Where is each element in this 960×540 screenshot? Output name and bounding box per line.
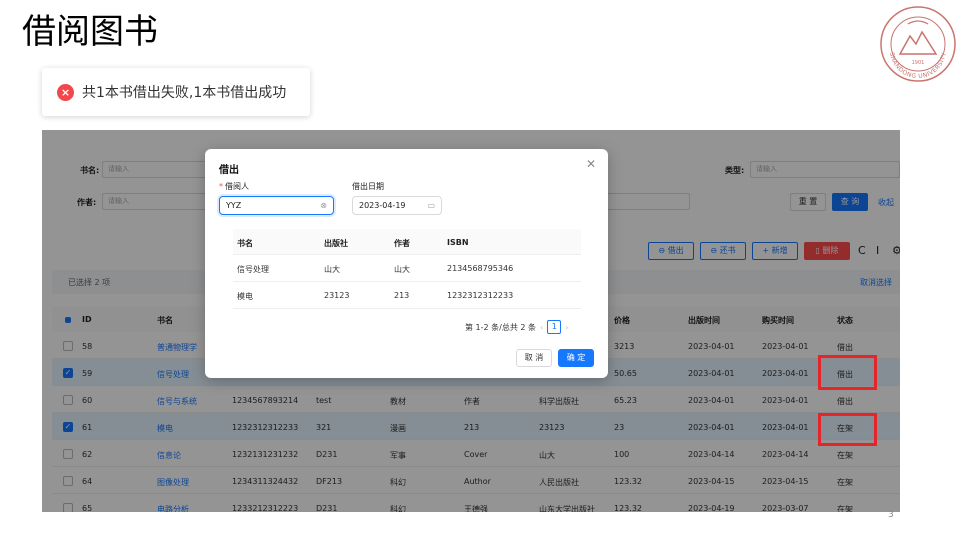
toast-message: 共1本书借出失败,1本书借出成功 [82,85,287,101]
cancel-button[interactable]: 取 消 [516,349,552,367]
modal-table-row: 信号处理 山大 山大 2134568795346 [233,255,581,282]
next-page-icon[interactable]: › [565,323,568,332]
clear-icon[interactable]: ⊗ [320,197,327,214]
highlight-box-row-59 [818,355,877,390]
modal-title: 借出 [219,165,239,176]
borrower-label: * 借阅人 [219,182,249,191]
slide-title: 借阅图书 [22,12,158,52]
slide: 借阅图书 1901 SHANDONG UNIVERSITY × 共1本书借出失败… [0,0,960,540]
borrower-input[interactable]: YYZ ⊗ [219,196,334,215]
page-1-button[interactable]: 1 [547,320,562,334]
modal-table-row: 模电 23123 213 1232312312233 [233,282,581,309]
lend-modal: 借出 ✕ * 借阅人 YYZ ⊗ 借出日期 2023-04-19 ▭ 书名 出版社 作… [205,149,608,378]
highlight-box-row-61 [818,413,877,446]
modal-col-author: 作者 [394,239,410,248]
close-icon[interactable]: ✕ [586,157,596,171]
modal-table-header: 书名 出版社 作者 ISBN [233,229,581,255]
university-logo: 1901 SHANDONG UNIVERSITY [880,6,956,82]
ok-button[interactable]: 确 定 [558,349,594,367]
modal-col-publisher: 出版社 [324,239,348,248]
date-label: 借出日期 [352,182,384,191]
page-number: 3 [888,510,894,520]
pagination: 第 1-2 条/总共 2 条 ‹ 1 › [465,320,572,334]
date-picker[interactable]: 2023-04-19 ▭ [352,196,442,215]
error-icon: × [57,83,74,101]
modal-col-name: 书名 [237,239,253,248]
pager-total: 第 1-2 条/总共 2 条 [465,322,537,332]
calendar-icon: ▭ [427,201,435,210]
svg-text:1901: 1901 [912,60,925,66]
modal-col-isbn: ISBN [447,238,469,247]
prev-page-icon[interactable]: ‹ [540,323,543,332]
modal-table: 书名 出版社 作者 ISBN 信号处理 山大 山大 2134568795346 … [233,229,581,309]
error-toast: × 共1本书借出失败,1本书借出成功 [42,68,310,116]
